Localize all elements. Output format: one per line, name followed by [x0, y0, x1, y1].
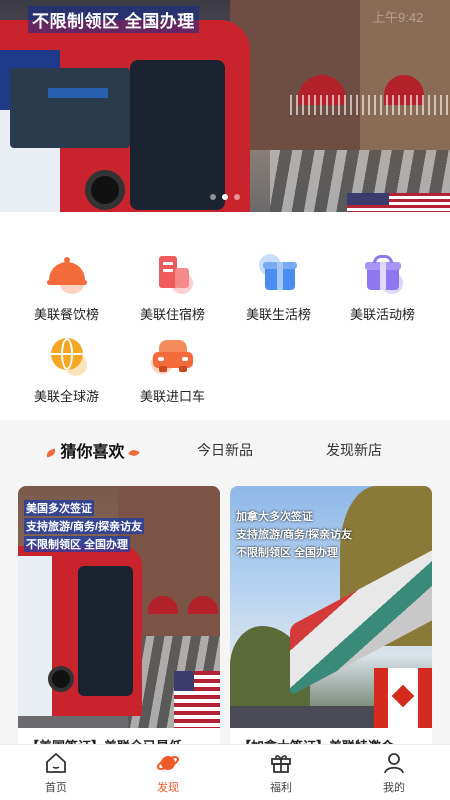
product-card[interactable]: 美国多次签证 支持旅游/商务/探亲访友 不限制领区 全国办理 【美国签证】美联全…: [18, 486, 220, 756]
bus-sign: [48, 88, 108, 98]
tab-today-new[interactable]: 今日新品: [197, 440, 253, 460]
card-overlay-line: 加拿大多次签证: [236, 511, 313, 523]
category-label: 美联生活榜: [245, 307, 311, 322]
home-icon: [44, 751, 68, 775]
card-overlay-line: 美国多次签证: [24, 500, 94, 516]
nav-label: 福利: [270, 782, 292, 794]
leaf-icon: [45, 448, 57, 458]
category-lodging[interactable]: 美联住宿榜: [120, 252, 225, 323]
feed-tabs: 猜你喜欢 今日新品 发现新店: [0, 420, 450, 476]
nav-label: 我的: [383, 782, 405, 794]
hero-banner[interactable]: 不限制领区 全国办理 上午9:42: [0, 0, 450, 212]
string-lights-decoration: [290, 95, 450, 115]
category-travel[interactable]: 美联全球游: [14, 334, 119, 405]
carousel-dot-active[interactable]: [222, 194, 228, 200]
carousel-dot[interactable]: [210, 194, 216, 200]
card-overlay-line: 不限制领区 全国办理: [24, 536, 131, 552]
category-label: 美联进口车: [139, 389, 205, 404]
bus-front: [130, 60, 225, 210]
canada-flag-icon: [374, 668, 432, 728]
category-car[interactable]: 美联进口车: [120, 334, 225, 405]
wheel: [85, 170, 125, 210]
category-label: 美联全球游: [33, 389, 99, 404]
car-icon: [150, 334, 195, 378]
planet-icon: [156, 751, 180, 775]
nav-label: 发现: [157, 782, 179, 794]
globe-icon: [45, 334, 89, 378]
category-grid: 美联餐饮榜 美联住宿榜 美联生活榜 美联活动榜 美联全球游 美联进口车: [0, 212, 450, 420]
bottom-nav: 首页 发现 福利 我的: [0, 744, 450, 800]
nav-home[interactable]: 首页: [16, 751, 96, 795]
us-flag-icon: [174, 671, 220, 728]
tab-label: 猜你喜欢: [60, 444, 125, 461]
category-activity[interactable]: 美联活动榜: [330, 252, 435, 323]
nav-benefits[interactable]: 福利: [241, 751, 321, 795]
product-card[interactable]: 加拿大多次签证 支持旅游/商务/探亲访友 不限制领区 全国办理 【加拿大签证】美…: [230, 486, 432, 756]
carousel-dots: [0, 194, 450, 200]
carousel-dot[interactable]: [234, 194, 240, 200]
category-label: 美联活动榜: [349, 307, 415, 322]
tab-discover-shops[interactable]: 发现新店: [326, 440, 382, 460]
gift-box-icon: [257, 252, 301, 296]
bus-image: [0, 20, 250, 212]
category-dining[interactable]: 美联餐饮榜: [14, 252, 119, 323]
hotel-building-icon: [151, 252, 195, 296]
dining-cloche-icon: [45, 252, 89, 296]
card-overlay-line: 支持旅游/商务/探亲访友: [236, 529, 353, 541]
nav-mine[interactable]: 我的: [354, 751, 434, 795]
tab-guess-you-like[interactable]: 猜你喜欢: [45, 438, 140, 462]
present-icon: [361, 252, 405, 296]
category-life[interactable]: 美联生活榜: [226, 252, 331, 323]
nav-discover[interactable]: 发现: [128, 751, 208, 795]
bus-window: [10, 68, 130, 148]
category-label: 美联住宿榜: [139, 307, 205, 322]
banner-headline: 不限制领区 全国办理: [28, 6, 199, 33]
leaf-icon: [128, 448, 140, 458]
banner-clock: 上午9:42: [372, 10, 424, 25]
nav-label: 首页: [45, 782, 67, 794]
card-overlay-line: 不限制领区 全国办理: [236, 547, 339, 559]
gift-icon: [269, 751, 293, 775]
card-overlay-line: 支持旅游/商务/探亲访友: [24, 518, 145, 534]
category-label: 美联餐饮榜: [33, 307, 99, 322]
user-icon: [382, 751, 406, 775]
